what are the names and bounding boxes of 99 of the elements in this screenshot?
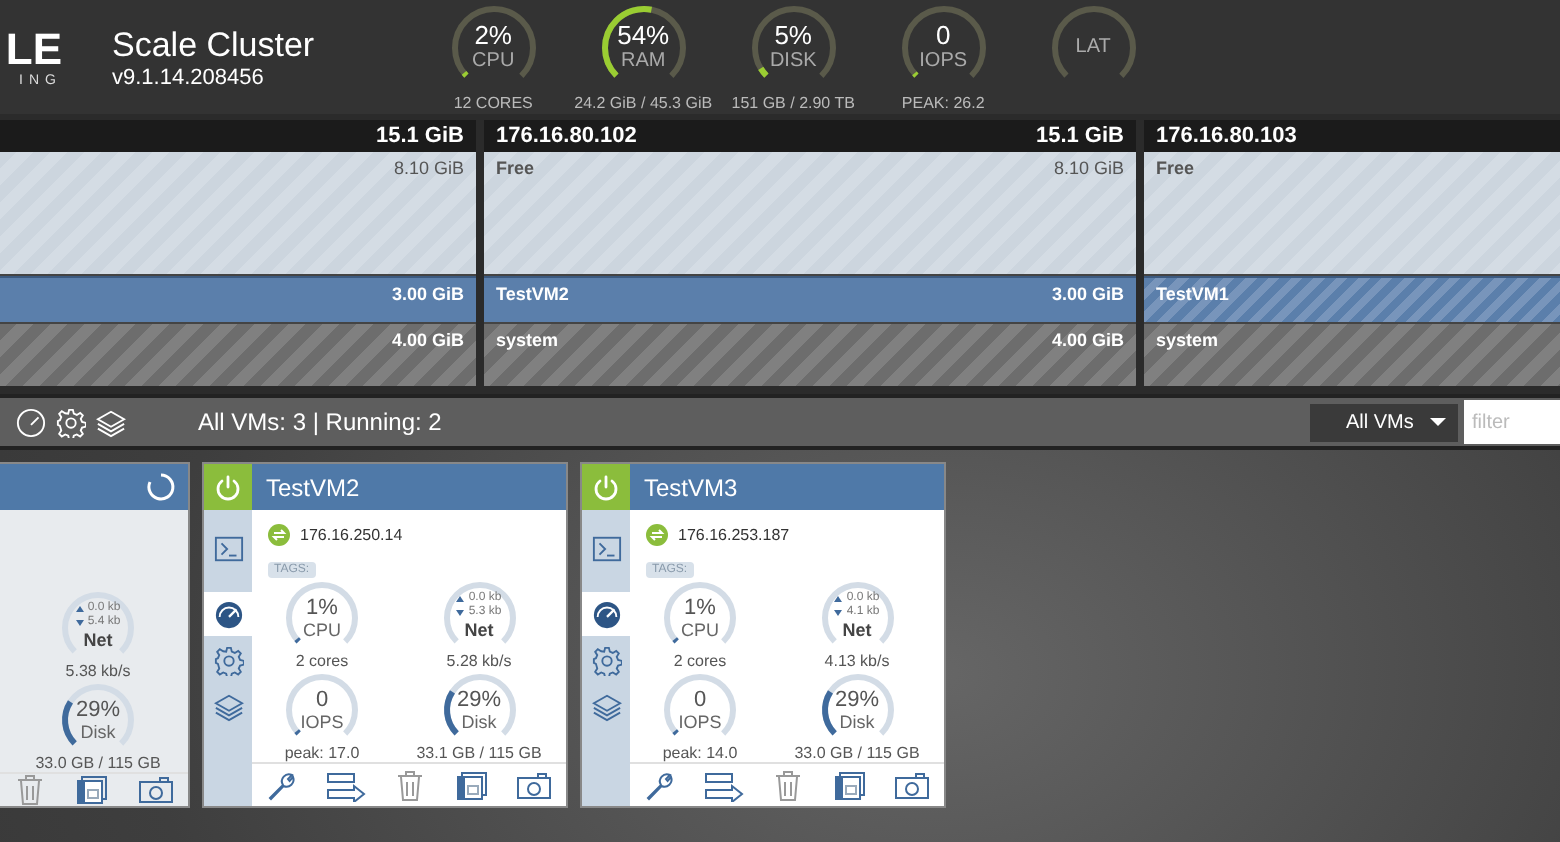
gauge-caption: 33.0 GB / 115 GB (35, 754, 161, 772)
gauge-value: 1% (684, 596, 716, 620)
node-memory-total: 15.1 GiB (375, 124, 464, 148)
vm-name: TestVM3 (644, 473, 738, 501)
gauge-label: CPU (302, 620, 341, 640)
gauge-label: Disk (80, 722, 116, 742)
gauge-label: CPU (472, 49, 515, 73)
gauge-icon (213, 599, 243, 629)
segment-size: 4.00 GiB (1051, 330, 1124, 350)
gauge-label: RAM (620, 49, 666, 73)
filter-field[interactable]: filter (1464, 400, 1560, 444)
segment-size: 8.10 GiB (393, 158, 464, 178)
gauge-caption: peak: 14.0 (662, 744, 738, 762)
gauge-label: Net (464, 620, 494, 640)
vm-filter-dropdown[interactable]: All VMs (1310, 403, 1458, 441)
gauge-value: 29% (75, 698, 121, 722)
gauge-caption: 12 CORES (453, 93, 533, 111)
gauge-caption: 33.0 GB / 115 GB (794, 744, 920, 762)
segment-label: Free (1156, 158, 1195, 178)
spinner-icon (146, 472, 176, 502)
ip-address: 176.16.253.187 (678, 526, 790, 544)
gauge-value: 1% (306, 596, 338, 620)
node-ip: 176.16.80.103 (1156, 124, 1297, 148)
down-arrow-icon (834, 610, 843, 616)
camera-icon[interactable] (137, 774, 174, 806)
up-arrow-icon (75, 606, 84, 612)
gauge-icon (591, 599, 621, 629)
segment-label: system (1156, 330, 1219, 350)
terminal-icon (591, 533, 621, 563)
arrows-icon[interactable] (326, 769, 367, 801)
gauge-caption: PEAK: 26.2 (901, 93, 985, 111)
wrench-icon[interactable] (644, 769, 677, 801)
gauge-label: Disk (461, 712, 497, 732)
gauge-label: LAT (1075, 35, 1111, 59)
arrows-icon[interactable] (704, 769, 745, 801)
segment-label: system (496, 330, 559, 350)
gauge-caption: 5.28 kb/s (446, 652, 512, 670)
gauge-label: Disk (839, 712, 875, 732)
vm-summary: All VMs: 3 | Running: 2 (198, 408, 442, 436)
gear-icon (213, 645, 243, 675)
terminal-icon (213, 533, 243, 563)
node-ip: 176.16.80.102 (496, 124, 637, 148)
segment-size: 3.00 GiB (1051, 284, 1124, 304)
gauge-value: 5% (774, 21, 812, 49)
network-icon (646, 524, 668, 546)
gauge-value: 54% (617, 21, 670, 49)
gauge-label: IOPS (919, 49, 968, 73)
gauge-value: 0 (935, 21, 951, 49)
gauge-caption: 2 cores (295, 652, 349, 670)
gauge-caption: peak: 17.0 (284, 744, 360, 762)
down-arrow-icon (456, 610, 465, 616)
power-icon (214, 473, 242, 501)
logo-text: LE (5, 26, 62, 74)
ip-address: 176.16.250.14 (300, 526, 403, 544)
gauge-caption: 24.2 GiB / 45.3 GiB (574, 93, 713, 111)
segment-size: 3.00 GiB (391, 284, 464, 304)
gauge-value: 29% (834, 688, 880, 712)
gauge-label: IOPS (678, 712, 722, 732)
gauge-icon[interactable] (16, 407, 46, 437)
gauge-value: 2% (474, 21, 512, 49)
gauge-value: 0 (693, 688, 707, 712)
camera-icon[interactable] (515, 769, 552, 801)
down-arrow-icon (75, 620, 84, 626)
segment-label: TestVM2 (496, 284, 569, 304)
sidebar-tab[interactable] (204, 592, 252, 636)
segment-label: TestVM1 (1156, 284, 1229, 304)
trash-icon[interactable] (772, 769, 805, 801)
layers-icon[interactable] (96, 407, 126, 437)
gauge-label: CPU (680, 620, 719, 640)
gauge-caption: 4.13 kb/s (824, 652, 890, 670)
camera-icon[interactable] (893, 769, 930, 801)
gear-icon (591, 645, 621, 675)
gauge-label: DISK (769, 49, 817, 73)
up-arrow-icon (456, 596, 465, 602)
gear-icon[interactable] (56, 407, 86, 437)
up-arrow-icon (834, 596, 843, 602)
trash-icon[interactable] (394, 769, 427, 801)
gauge-caption: 33.1 GB / 115 GB (416, 744, 542, 762)
network-icon (268, 524, 290, 546)
power-icon (592, 473, 620, 501)
segment-label: Free (496, 158, 535, 178)
segment-size: 8.10 GiB (1053, 158, 1124, 178)
gauge-caption: 2 cores (673, 652, 727, 670)
gauge-caption: 5.38 kb/s (65, 662, 131, 680)
gauge-caption: 151 GB / 2.90 TB (731, 93, 855, 111)
wrench-icon[interactable] (266, 769, 299, 801)
gauge-value: 29% (456, 688, 502, 712)
cluster-title: Scale Cluster (112, 25, 315, 65)
gauge-label: IOPS (300, 712, 344, 732)
layers-icon (591, 691, 621, 721)
version-label: v9.1.14.208456 (112, 65, 266, 89)
sidebar-tab[interactable] (582, 592, 630, 636)
node-memory-total: 15.1 GiB (1035, 124, 1124, 148)
gauge-label: Net (842, 620, 872, 640)
layers-icon (213, 691, 243, 721)
vm-name: TestVM2 (266, 473, 360, 501)
gauge-label: Net (83, 630, 113, 650)
segment-size: 4.00 GiB (391, 330, 464, 350)
gauge-value: 0 (315, 688, 329, 712)
